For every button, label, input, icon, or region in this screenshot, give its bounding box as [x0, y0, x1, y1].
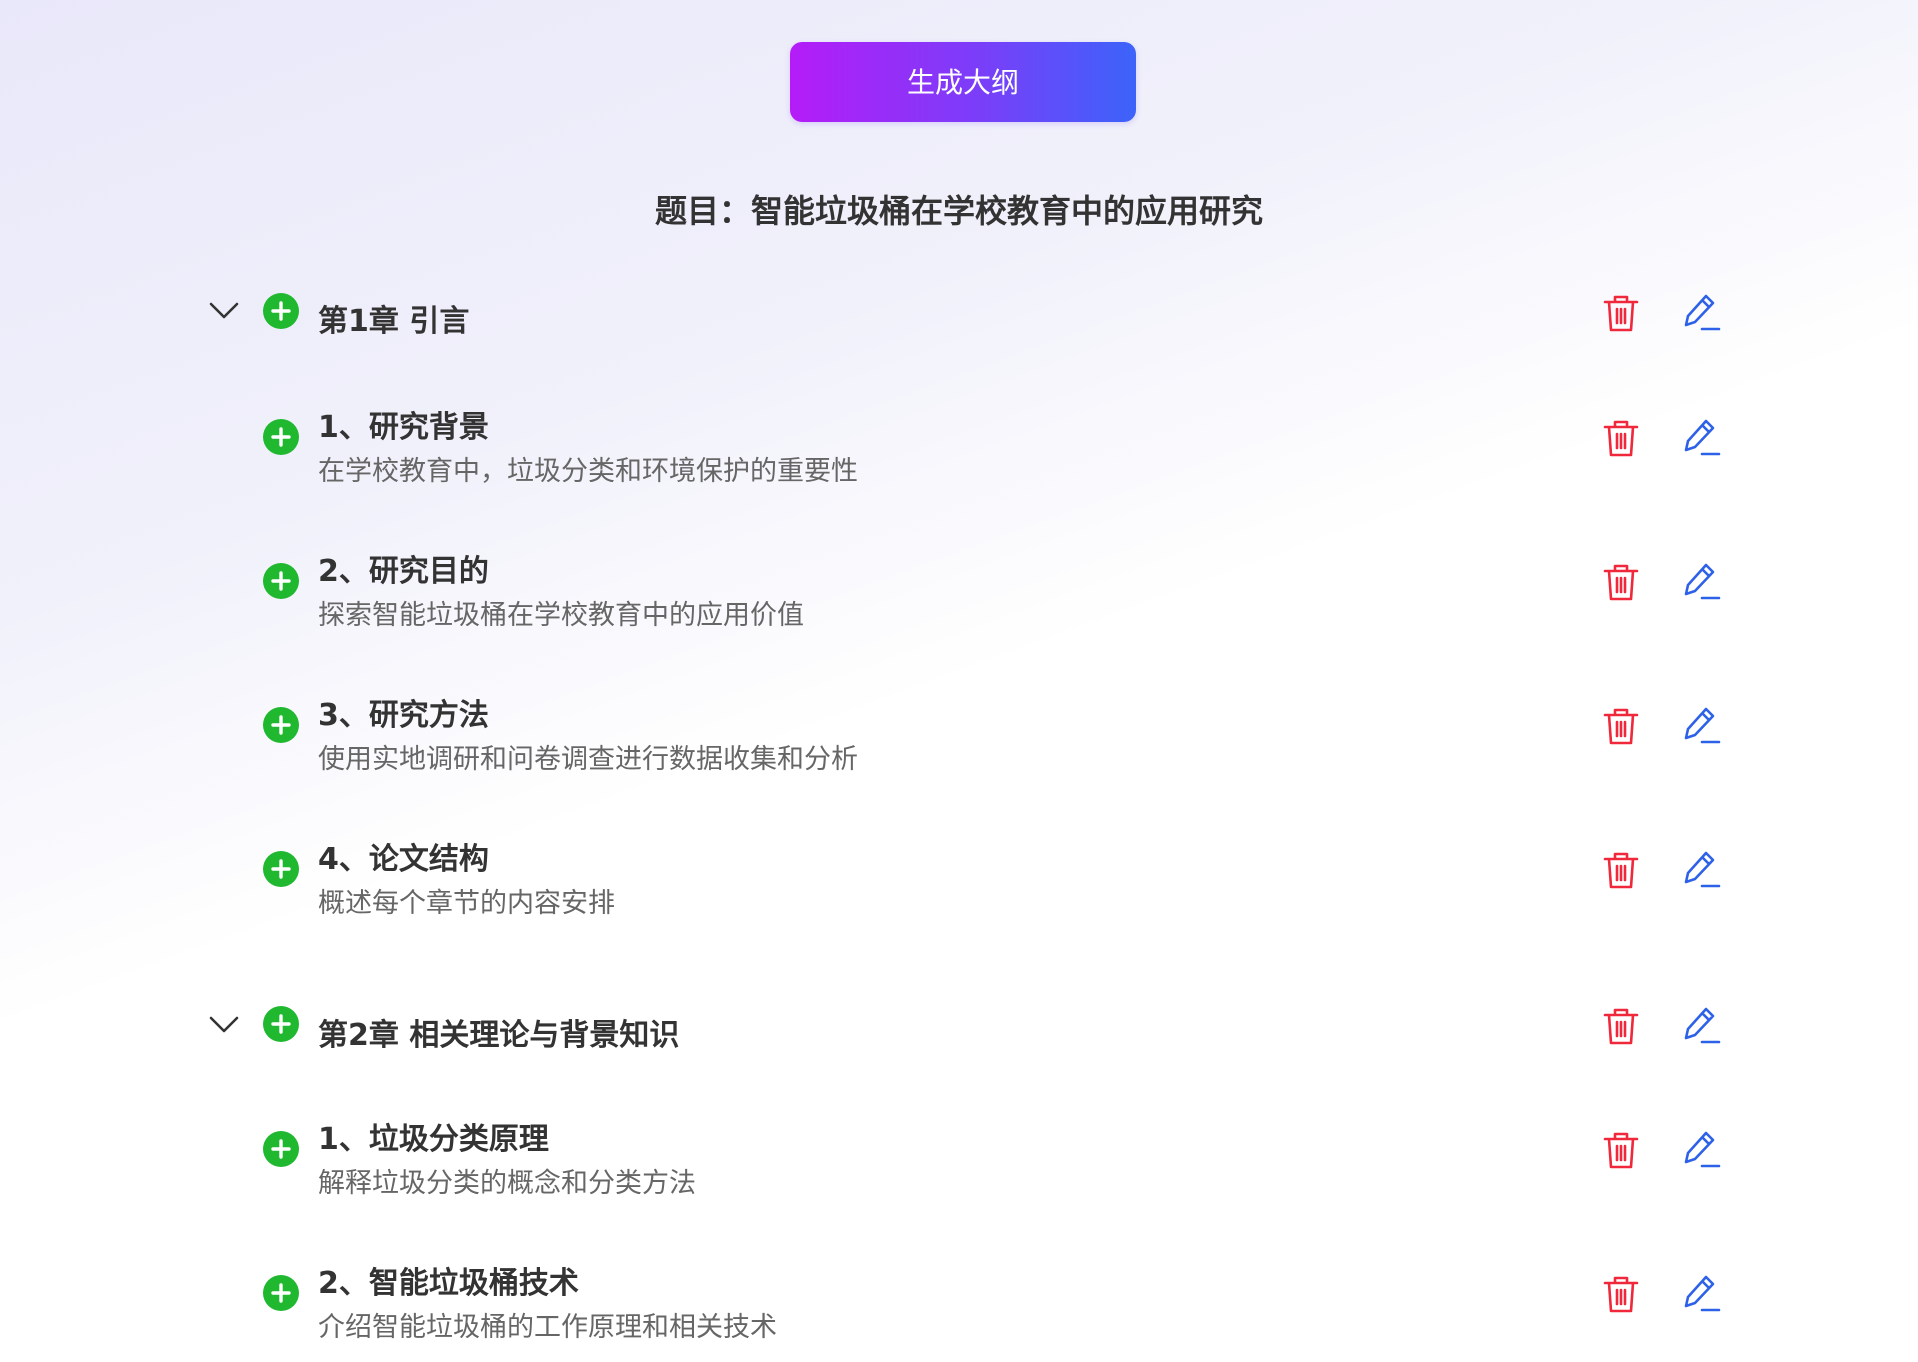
- add-icon[interactable]: [263, 563, 299, 599]
- delete-icon[interactable]: [1601, 1006, 1641, 1046]
- chevron-down-icon[interactable]: [206, 1007, 242, 1043]
- chapter-title: 第2章 相关理论与背景知识: [318, 1018, 680, 1053]
- edit-icon[interactable]: [1682, 1273, 1722, 1315]
- edit-icon[interactable]: [1682, 292, 1722, 334]
- edit-icon[interactable]: [1682, 417, 1722, 459]
- add-icon[interactable]: [263, 707, 299, 743]
- section-description: 概述每个章节的内容安排: [318, 888, 615, 919]
- chevron-down-icon[interactable]: [206, 293, 242, 329]
- delete-icon[interactable]: [1601, 1130, 1641, 1170]
- section-title: 1、研究背景: [318, 410, 489, 445]
- add-icon[interactable]: [263, 1006, 299, 1042]
- edit-icon[interactable]: [1682, 1005, 1722, 1047]
- section-description: 使用实地调研和问卷调查进行数据收集和分析: [318, 744, 858, 775]
- add-icon[interactable]: [263, 1275, 299, 1311]
- delete-icon[interactable]: [1601, 850, 1641, 890]
- edit-icon[interactable]: [1682, 1129, 1722, 1171]
- add-icon[interactable]: [263, 293, 299, 329]
- delete-icon[interactable]: [1601, 706, 1641, 746]
- delete-icon[interactable]: [1601, 1274, 1641, 1314]
- generate-outline-button[interactable]: 生成大纲: [790, 42, 1136, 122]
- delete-icon[interactable]: [1601, 562, 1641, 602]
- section-description: 探索智能垃圾桶在学校教育中的应用价值: [318, 600, 804, 631]
- add-icon[interactable]: [263, 851, 299, 887]
- section-title: 1、垃圾分类原理: [318, 1122, 549, 1157]
- edit-icon[interactable]: [1682, 705, 1722, 747]
- delete-icon[interactable]: [1601, 293, 1641, 333]
- delete-icon[interactable]: [1601, 418, 1641, 458]
- add-icon[interactable]: [263, 419, 299, 455]
- chapter-title: 第1章 引言: [318, 304, 470, 339]
- edit-icon[interactable]: [1682, 561, 1722, 603]
- add-icon[interactable]: [263, 1131, 299, 1167]
- section-description: 解释垃圾分类的概念和分类方法: [318, 1168, 696, 1199]
- section-description: 在学校教育中，垃圾分类和环境保护的重要性: [318, 456, 858, 487]
- section-title: 4、论文结构: [318, 842, 489, 877]
- edit-icon[interactable]: [1682, 849, 1722, 891]
- section-title: 3、研究方法: [318, 698, 489, 733]
- section-title: 2、研究目的: [318, 554, 489, 589]
- outline-page: 生成大纲 题目：智能垃圾桶在学校教育中的应用研究 第1章 引言 1、研究背景 在…: [0, 0, 1918, 1362]
- page-title: 题目：智能垃圾桶在学校教育中的应用研究: [654, 192, 1263, 230]
- section-description: 介绍智能垃圾桶的工作原理和相关技术: [318, 1312, 777, 1343]
- section-title: 2、智能垃圾桶技术: [318, 1266, 579, 1301]
